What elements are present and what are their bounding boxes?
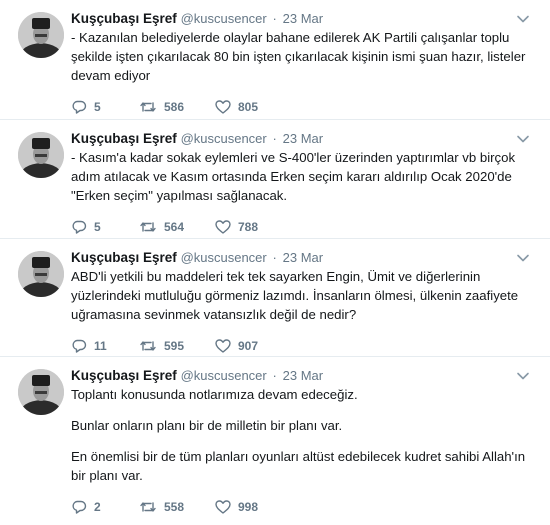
tweet-feed: Kuşçubaşı Eşref @kuscusencer · 23 Mar - … [0,0,550,522]
reply-button[interactable]: 2 [71,499,139,515]
reply-count: 5 [94,100,101,114]
like-button[interactable]: 998 [215,499,295,515]
heart-icon [215,500,231,514]
tweet-header: Kuşçubaşı Eşref @kuscusencer · 23 Mar [71,249,538,267]
separator-dot: · [272,250,277,265]
tweet-paragraph: ABD'li yetkili bu maddeleri tek tek saya… [71,269,519,322]
like-button[interactable]: 788 [215,219,295,235]
retweet-icon [140,102,156,112]
retweet-icon [140,502,156,512]
reply-icon [72,220,87,234]
tweet-paragraph: En önemlisi bir de tüm planları oyunları… [71,449,526,483]
avatar[interactable] [18,12,64,58]
tweet[interactable]: Kuşçubaşı Eşref @kuscusencer · 23 Mar To… [0,357,550,522]
tweet-text: - Kazanılan belediyelerde olaylar bahane… [71,28,538,85]
tweet-paragraph: - Kazanılan belediyelerde olaylar bahane… [71,30,526,83]
like-button[interactable]: 907 [215,338,295,354]
heart-icon [215,220,231,234]
like-count: 998 [238,500,259,514]
retweet-count: 586 [164,100,185,114]
author-name[interactable]: Kuşçubaşı Eşref [71,368,177,383]
reply-count: 5 [94,220,101,234]
author-name[interactable]: Kuşçubaşı Eşref [71,11,177,26]
tweet-header: Kuşçubaşı Eşref @kuscusencer · 23 Mar [71,130,538,148]
tweet-paragraph: Bunlar onların planı bir de milletin bir… [71,418,343,433]
retweet-button[interactable]: 586 [139,99,215,115]
retweet-count: 595 [164,339,185,353]
chevron-down-icon[interactable] [514,10,532,28]
tweet-actions: 2 558 998 [71,489,538,525]
reply-button[interactable]: 5 [71,99,139,115]
author-name[interactable]: Kuşçubaşı Eşref [71,131,177,146]
like-count: 788 [238,220,259,234]
heart-icon [215,100,231,114]
tweet-date[interactable]: 23 Mar [283,131,323,146]
tweet-date[interactable]: 23 Mar [283,368,323,383]
reply-count: 2 [94,500,101,514]
retweet-count: 558 [164,500,185,514]
tweet-date[interactable]: 23 Mar [283,250,323,265]
tweet[interactable]: Kuşçubaşı Eşref @kuscusencer · 23 Mar AB… [0,239,550,357]
author-handle[interactable]: @kuscusencer [181,250,267,265]
chevron-down-icon[interactable] [514,249,532,267]
tweet-text: Toplantı konusunda notlarımıza devam ede… [71,385,538,485]
author-handle[interactable]: @kuscusencer [181,131,267,146]
author-handle[interactable]: @kuscusencer [181,11,267,26]
retweet-icon [140,222,156,232]
reply-count: 11 [94,339,107,353]
reply-button[interactable]: 11 [71,338,139,354]
heart-icon [215,339,231,353]
reply-icon [72,500,87,514]
retweet-count: 564 [164,220,185,234]
separator-dot: · [272,368,277,383]
tweet-header: Kuşçubaşı Eşref @kuscusencer · 23 Mar [71,10,538,28]
tweet-paragraph: Toplantı konusunda notlarımıza devam ede… [71,387,358,402]
like-count: 805 [238,100,259,114]
like-button[interactable]: 805 [215,99,295,115]
tweet-header: Kuşçubaşı Eşref @kuscusencer · 23 Mar [71,367,538,385]
separator-dot: · [272,131,277,146]
chevron-down-icon[interactable] [514,367,532,385]
avatar[interactable] [18,132,64,178]
tweet[interactable]: Kuşçubaşı Eşref @kuscusencer · 23 Mar - … [0,0,550,120]
retweet-icon [140,341,156,351]
avatar[interactable] [18,369,64,415]
tweet-text: - Kasım'a kadar sokak eylemleri ve S-400… [71,148,538,205]
author-handle[interactable]: @kuscusencer [181,368,267,383]
tweet-paragraph: - Kasım'a kadar sokak eylemleri ve S-400… [71,150,516,203]
chevron-down-icon[interactable] [514,130,532,148]
like-count: 907 [238,339,259,353]
tweet-text: ABD'li yetkili bu maddeleri tek tek saya… [71,267,538,324]
retweet-button[interactable]: 595 [139,338,215,354]
author-name[interactable]: Kuşçubaşı Eşref [71,250,177,265]
reply-icon [72,339,87,353]
separator-dot: · [272,11,277,26]
tweet-date[interactable]: 23 Mar [283,11,323,26]
tweet[interactable]: Kuşçubaşı Eşref @kuscusencer · 23 Mar - … [0,120,550,239]
reply-button[interactable]: 5 [71,219,139,235]
reply-icon [72,100,87,114]
retweet-button[interactable]: 558 [139,499,215,515]
retweet-button[interactable]: 564 [139,219,215,235]
avatar[interactable] [18,251,64,297]
